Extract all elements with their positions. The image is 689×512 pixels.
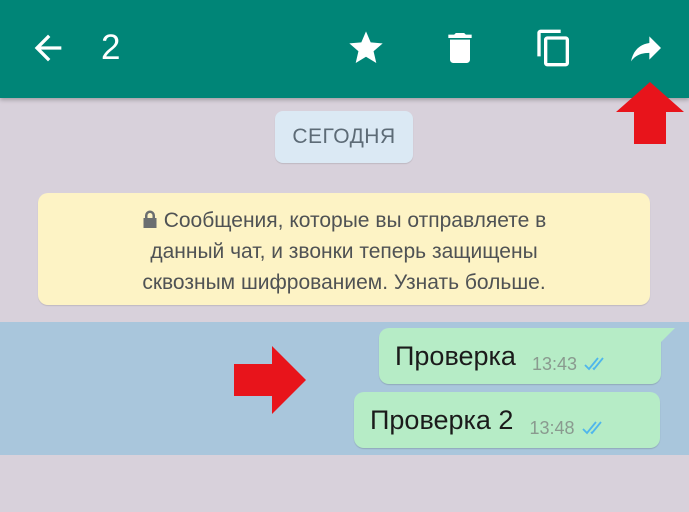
encryption-notice[interactable]: Сообщения, которые вы отправляете в данн… [38,193,650,305]
lock-icon [143,210,157,228]
message-text: Проверка 2 [370,404,514,435]
delete-button[interactable] [436,24,484,72]
message-time: 13:43 [531,353,577,374]
double-check-icon [581,421,602,435]
message-bubble[interactable]: Проверка 2 13:48 [354,392,660,448]
selection-toolbar: 2 [0,0,689,98]
double-check-icon [584,357,604,371]
encryption-notice-line-3: сквозным шифрованием. Узнать больше. [142,271,546,294]
message-text: Проверка [395,340,516,371]
forward-icon [631,36,661,62]
message-bubble[interactable]: Проверка 13:43 [379,328,661,384]
selected-count: 2 [101,28,121,67]
star-icon [349,31,383,63]
encryption-notice-line-1: Сообщения, которые вы отправляете в [58,205,630,236]
encryption-notice-text-1: Сообщения, которые вы отправляете в [163,209,547,232]
date-chip: СЕГОДНЯ [275,111,413,163]
star-button[interactable] [342,24,390,72]
copy-icon [537,29,569,67]
bubble-tail [661,328,675,342]
copy-button[interactable] [530,24,578,72]
forward-button[interactable] [622,24,670,72]
encryption-notice-line-2: данный чат, и звонки теперь защищены [150,240,538,263]
trash-icon [448,33,472,63]
back-button[interactable] [24,24,72,72]
back-arrow-icon [34,34,62,62]
message-time: 13:48 [529,417,575,438]
red-arrow-right [234,346,306,414]
red-arrow-up [616,82,684,144]
